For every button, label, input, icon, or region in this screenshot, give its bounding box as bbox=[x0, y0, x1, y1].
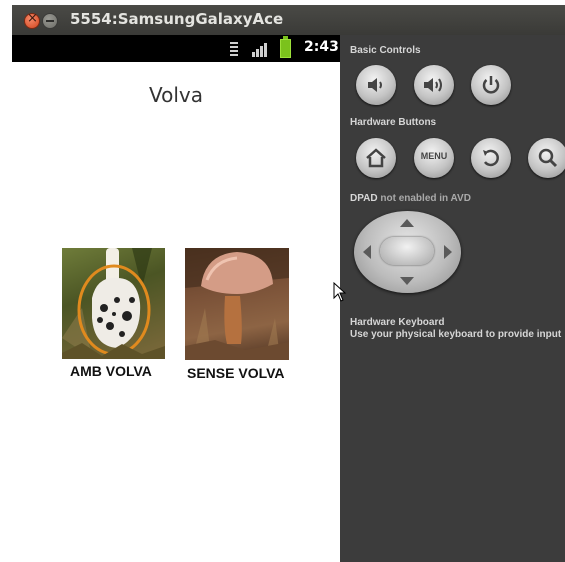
volume-down-button[interactable] bbox=[356, 65, 396, 105]
mouse-cursor-icon bbox=[333, 282, 347, 302]
sense-volva-image[interactable] bbox=[185, 248, 289, 360]
signal-icon bbox=[252, 41, 268, 57]
dpad-note: not enabled in AVD bbox=[380, 193, 471, 204]
keyboard-header: Hardware Keyboard bbox=[350, 317, 445, 328]
dpad-up-icon[interactable] bbox=[400, 219, 414, 227]
hardware-buttons-header: Hardware Buttons bbox=[350, 117, 437, 128]
basic-controls-header: Basic Controls bbox=[350, 45, 421, 56]
sense-volva-photo bbox=[185, 248, 289, 360]
app-title: Volva bbox=[148, 83, 203, 107]
phone-screen: 2:43 Volva AMB VOLVA SENSE VOLVA bbox=[12, 35, 340, 562]
search-icon bbox=[538, 148, 558, 168]
volume-up-button[interactable] bbox=[414, 65, 454, 105]
back-button[interactable] bbox=[471, 138, 511, 178]
window-title: 5554:SamsungGalaxyAce bbox=[70, 10, 284, 28]
search-button[interactable] bbox=[528, 138, 565, 178]
sense-volva-label[interactable]: SENSE VOLVA bbox=[187, 365, 285, 381]
keyboard-note: Use your physical keyboard to provide in… bbox=[350, 329, 562, 340]
emulator-control-panel: Basic Controls Hardware Buttons MENU DPA… bbox=[340, 35, 565, 562]
dpad-left-icon[interactable] bbox=[363, 245, 371, 259]
window-titlebar: 5554:SamsungGalaxyAce bbox=[12, 5, 565, 35]
dpad[interactable] bbox=[354, 211, 461, 293]
volume-down-icon bbox=[368, 78, 382, 92]
hardware-keyboard-info: Hardware Keyboard Use your physical keyb… bbox=[350, 317, 561, 341]
close-icon[interactable] bbox=[24, 11, 40, 29]
data-icon bbox=[230, 40, 240, 56]
amb-volva-image[interactable] bbox=[62, 248, 165, 359]
menu-button-label: MENU bbox=[420, 151, 448, 161]
dpad-header: DPAD not enabled in AVD bbox=[350, 193, 471, 204]
home-button[interactable] bbox=[356, 138, 396, 178]
power-button[interactable] bbox=[471, 65, 511, 105]
status-time: 2:43 bbox=[304, 39, 339, 55]
back-icon bbox=[483, 149, 499, 167]
status-bar: 2:43 bbox=[12, 35, 340, 62]
battery-icon bbox=[280, 36, 291, 58]
volume-up-icon bbox=[424, 78, 442, 92]
menu-button[interactable]: MENU bbox=[414, 138, 454, 178]
power-icon bbox=[482, 76, 500, 94]
amb-volva-photo bbox=[62, 248, 165, 359]
dpad-center-button[interactable] bbox=[380, 237, 434, 265]
amb-volva-label[interactable]: AMB VOLVA bbox=[70, 363, 152, 379]
home-icon bbox=[366, 148, 386, 168]
dpad-title: DPAD bbox=[350, 193, 378, 204]
minimize-icon[interactable] bbox=[42, 13, 58, 29]
dpad-down-icon[interactable] bbox=[400, 277, 414, 285]
dpad-right-icon[interactable] bbox=[444, 245, 452, 259]
